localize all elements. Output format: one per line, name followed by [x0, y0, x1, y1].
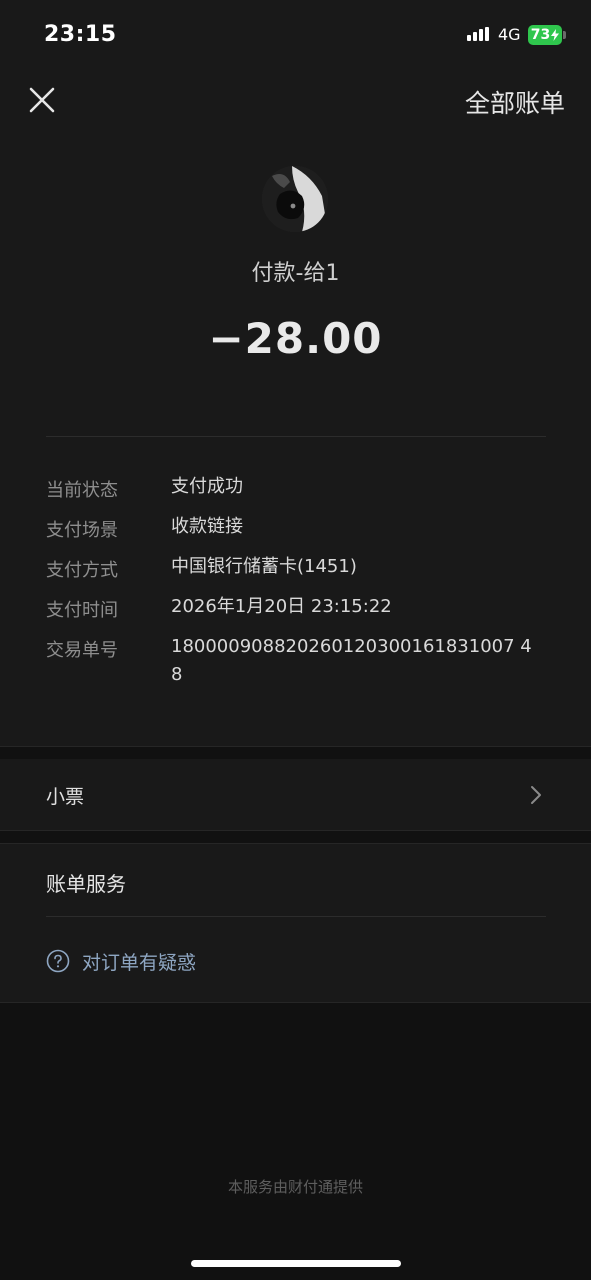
all-bills-link[interactable]: 全部账单 — [465, 84, 565, 120]
transaction-id-value[interactable]: 180000908820260120300161831007 4 8 — [171, 633, 541, 689]
status-bar: 23:15 4G 73 — [0, 0, 591, 72]
network-type: 4G — [498, 25, 521, 44]
detail-label: 支付时间 — [46, 600, 118, 621]
bill-detail-page: 23:15 4G 73 全部账单 付款-给1 −28.00 当前状态 支付成功 … — [0, 0, 591, 1280]
status-time: 23:15 — [44, 22, 117, 47]
detail-value: 2026年1月20日 23:15:22 — [171, 596, 392, 617]
footer-provider-text: 本服务由财付通提供 — [227, 1178, 363, 1196]
merchant-name: 付款-给1 — [251, 261, 340, 286]
detail-label: 交易单号 — [46, 640, 118, 661]
detail-label: 支付方式 — [46, 560, 118, 581]
chevron-right-icon — [531, 786, 541, 804]
section-line — [0, 843, 591, 844]
receipt-label: 小票 — [46, 786, 85, 808]
header-divider — [46, 436, 546, 437]
detail-value: 中国银行储蓄卡(1451) — [171, 556, 357, 577]
battery-icon: 73 — [528, 25, 562, 45]
section-gap — [0, 747, 591, 759]
receipt-row[interactable]: 小票 — [0, 759, 591, 830]
merchant-avatar — [262, 166, 328, 232]
order-doubt-label: 对订单有疑惑 — [82, 951, 197, 974]
question-circle-icon — [46, 949, 70, 973]
detail-label: 当前状态 — [46, 480, 118, 501]
order-doubt-link[interactable]: 对订单有疑惑 — [46, 946, 196, 976]
close-icon — [29, 87, 55, 113]
detail-label: 支付场景 — [46, 520, 118, 541]
close-button[interactable] — [26, 84, 58, 116]
detail-value: 支付成功 — [171, 476, 243, 497]
bill-service-title: 账单服务 — [46, 872, 126, 896]
section-gap — [0, 831, 591, 843]
detail-value: 收款链接 — [171, 516, 243, 537]
home-indicator[interactable] — [191, 1260, 401, 1267]
charging-bolt-icon — [551, 29, 560, 41]
signal-icon — [467, 27, 491, 41]
avatar-image — [262, 166, 328, 232]
battery-level: 73 — [530, 27, 551, 43]
battery-cap — [563, 31, 566, 39]
payment-amount: −28.00 — [208, 314, 383, 363]
bottom-area — [0, 1003, 591, 1280]
service-divider — [46, 916, 546, 917]
